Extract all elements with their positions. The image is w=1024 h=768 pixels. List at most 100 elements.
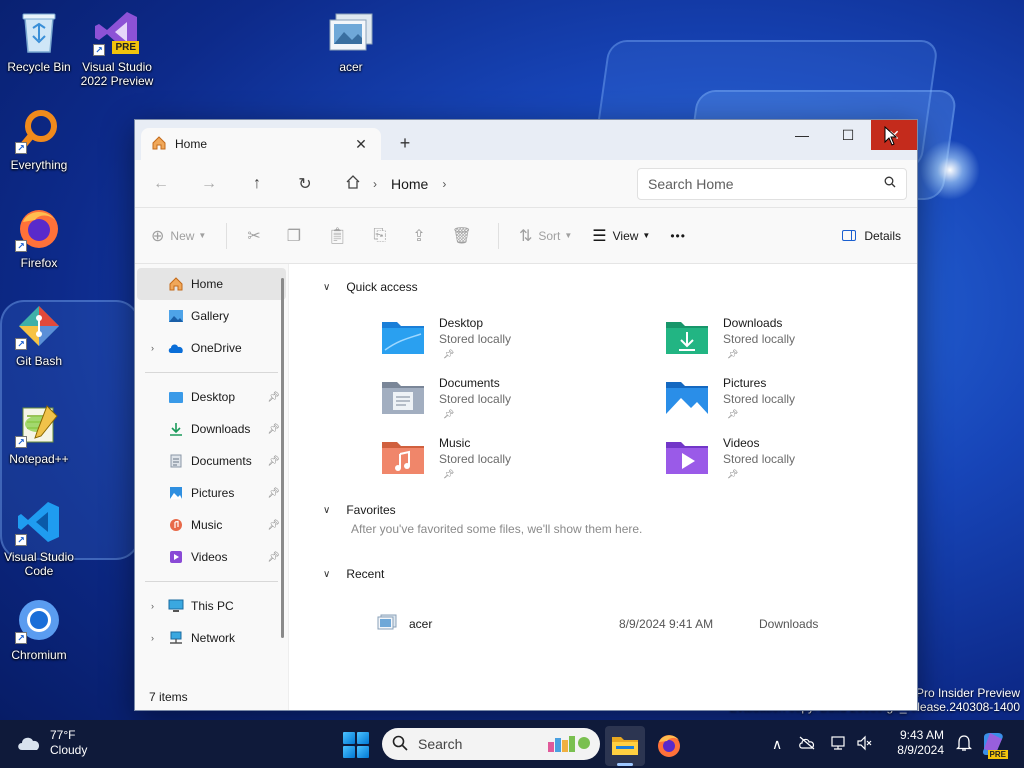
chevron-right-icon[interactable]: ›	[151, 633, 167, 643]
cloud-offline-icon[interactable]	[798, 736, 816, 753]
quick-access-name: Pictures	[723, 376, 767, 390]
pin-icon: 📌︎	[267, 519, 280, 531]
chevron-right-icon: ›	[373, 176, 377, 191]
copilot-icon[interactable]: PRE	[980, 731, 1008, 759]
sidebar-item-desktop[interactable]: Desktop 📌︎	[137, 381, 286, 413]
quick-access-pictures[interactable]: Pictures Stored locally 📌︎	[665, 376, 905, 432]
start-button[interactable]	[343, 732, 369, 758]
sidebar-item-onedrive[interactable]: › OneDrive	[137, 332, 286, 364]
divider	[145, 372, 278, 373]
weather-widget[interactable]: 77°F Cloudy	[16, 728, 87, 758]
refresh-button[interactable]: ↻	[289, 168, 321, 200]
sidebar-item-this-pc[interactable]: › This PC	[137, 590, 286, 622]
pictures-icon	[167, 485, 185, 501]
sidebar-item-music[interactable]: Music 📌︎	[137, 509, 286, 541]
details-pane-icon	[842, 230, 857, 241]
cut-button[interactable]: ✂	[247, 226, 266, 246]
search-input[interactable]	[648, 175, 884, 192]
taskbar-search-label: Search	[418, 736, 463, 752]
breadcrumb-home[interactable]: Home	[391, 176, 428, 192]
quick-access-videos[interactable]: Videos Stored locally 📌︎	[665, 436, 905, 492]
tab-close-button[interactable]: ✕	[351, 136, 371, 153]
sidebar-item-videos[interactable]: Videos 📌︎	[137, 541, 286, 573]
tab-home[interactable]: Home ✕	[141, 128, 381, 160]
trash-icon: 🗑︎	[451, 227, 472, 245]
new-tab-button[interactable]: +	[393, 132, 417, 156]
home-outline-icon	[345, 174, 361, 193]
sort-button[interactable]: ⇅ Sort ▼	[519, 226, 572, 246]
search-highlight-icon	[546, 732, 590, 757]
document-icon	[167, 453, 185, 469]
address-bar[interactable]: › Home ›	[337, 168, 623, 200]
sidebar-item-label: Home	[191, 277, 224, 291]
new-button[interactable]: ⊕ New ▼	[151, 226, 206, 246]
share-icon: ⇪	[412, 227, 426, 245]
sidebar-scrollbar[interactable]	[281, 278, 284, 638]
home-icon	[151, 135, 167, 154]
forward-button[interactable]: →	[193, 168, 225, 200]
chevron-right-icon[interactable]: ›	[151, 343, 167, 353]
video-icon	[167, 549, 185, 565]
paste-button[interactable]: 📋︎	[327, 226, 353, 246]
clock-date: 8/9/2024	[897, 743, 944, 757]
desktop-icon-git-bash[interactable]: ↗ Git Bash	[1, 302, 77, 368]
section-quick-access[interactable]: ∨ Quick access	[323, 280, 418, 294]
view-button[interactable]: ☰ View ▼	[592, 226, 650, 246]
recent-file-row[interactable]: acer 8/9/2024 9:41 AM Downloads	[377, 614, 837, 633]
back-button[interactable]: ←	[145, 168, 177, 200]
image-file-icon	[327, 8, 375, 56]
vscode-icon: ↗	[15, 498, 63, 546]
section-favorites[interactable]: ∨ Favorites	[323, 503, 396, 517]
quick-access-desktop[interactable]: Desktop Stored locally 📌︎	[381, 316, 621, 372]
desktop-icon-visual-studio-preview[interactable]: PRE ↗ Visual Studio 2022 Preview	[79, 8, 155, 88]
sidebar-item-gallery[interactable]: Gallery	[137, 300, 286, 332]
chevron-right-icon[interactable]: ›	[442, 177, 446, 191]
chevron-up-icon[interactable]: ∧	[772, 736, 782, 753]
more-options-button[interactable]: •••	[670, 229, 686, 243]
wallpaper-glow	[920, 140, 980, 200]
notification-bell-icon[interactable]	[955, 734, 973, 755]
delete-button[interactable]: 🗑︎	[452, 226, 478, 246]
sidebar-item-downloads[interactable]: Downloads 📌︎	[137, 413, 286, 445]
quick-access-status: Stored locally	[723, 392, 796, 406]
sidebar-item-documents[interactable]: Documents 📌︎	[137, 445, 286, 477]
share-button[interactable]: ⇪	[412, 226, 431, 246]
clock-time: 9:43 AM	[899, 728, 944, 742]
gallery-icon	[167, 308, 185, 324]
network-status-icon[interactable]	[830, 735, 848, 754]
desktop-icon-notepad-plus-plus[interactable]: ↗ Notepad++	[1, 400, 77, 466]
documents-folder-icon	[381, 378, 425, 416]
minimize-button[interactable]: —	[779, 120, 825, 150]
network-icon	[167, 630, 185, 646]
sidebar-item-home[interactable]: Home	[137, 268, 286, 300]
search-box[interactable]	[637, 167, 907, 200]
details-pane-button[interactable]: Details	[842, 229, 901, 243]
copy-button[interactable]: ❐	[287, 226, 307, 246]
sidebar-item-pictures[interactable]: Pictures 📌︎	[137, 477, 286, 509]
taskbar-firefox[interactable]	[649, 726, 689, 766]
desktop-icon-chromium[interactable]: ↗ Chromium	[1, 596, 77, 662]
quick-access-downloads[interactable]: Downloads Stored locally 📌︎	[665, 316, 905, 372]
taskbar-search[interactable]: Search	[382, 728, 600, 760]
rename-button[interactable]: ⎘	[373, 227, 392, 245]
navigation-pane: Home Gallery › OneDrive Desktop 📌︎ Downl…	[135, 264, 289, 710]
maximize-button[interactable]: ☐	[825, 120, 871, 150]
desktop-icon-firefox[interactable]: ↗ Firefox	[1, 204, 77, 270]
desktop-icon-everything[interactable]: ↗ Everything	[1, 106, 77, 172]
desktop-icon-acer[interactable]: acer	[313, 8, 389, 74]
taskbar-clock[interactable]: 9:43 AM 8/9/2024	[897, 728, 944, 758]
taskbar-file-explorer[interactable]	[605, 726, 645, 766]
downloads-folder-icon	[665, 318, 709, 356]
favorites-empty-note: After you've favorited some files, we'll…	[351, 522, 643, 536]
volume-muted-icon[interactable]	[856, 735, 872, 754]
shortcut-arrow-icon: ↗	[15, 338, 27, 350]
desktop-icon-recycle-bin[interactable]: Recycle Bin	[1, 8, 77, 74]
desktop-icon-vscode[interactable]: ↗ Visual Studio Code	[1, 498, 77, 578]
chevron-right-icon[interactable]: ›	[151, 601, 167, 611]
sidebar-item-network[interactable]: › Network	[137, 622, 286, 654]
chevron-down-icon: ∨	[323, 568, 331, 580]
section-recent[interactable]: ∨ Recent	[323, 567, 384, 581]
quick-access-documents[interactable]: Documents Stored locally 📌︎	[381, 376, 621, 432]
quick-access-music[interactable]: Music Stored locally 📌︎	[381, 436, 621, 492]
up-button[interactable]: ↑	[241, 168, 273, 200]
